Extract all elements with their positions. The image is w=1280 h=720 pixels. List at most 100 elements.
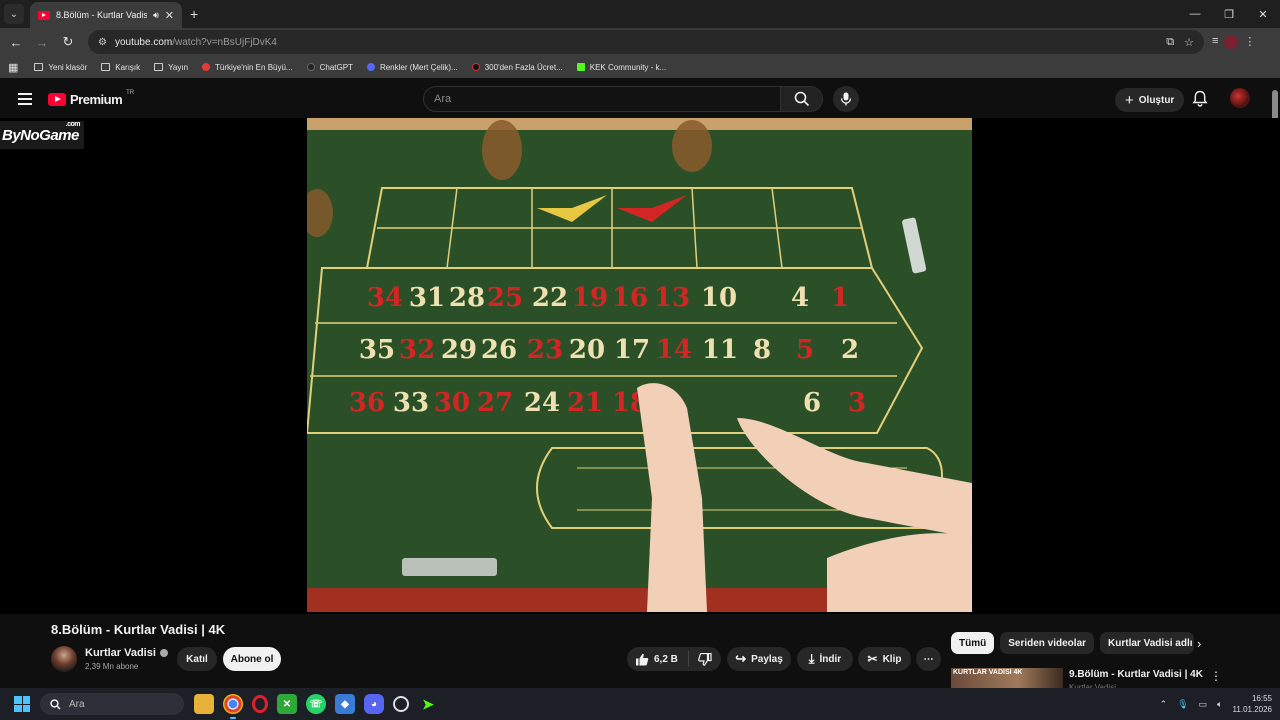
microphone-icon[interactable]: 🎙︎ [1177,699,1188,710]
chip-channel-uploads[interactable]: Kurtlar Vadisi adlı yük [1100,632,1195,654]
youtube-play-icon [48,92,66,106]
address-bar[interactable]: ⚙︎ youtube.com/watch?v=nBsUjFjDvK4 ⧉ ☆ [88,30,1204,54]
folder-icon [154,63,164,71]
verified-icon [159,649,168,657]
close-window-button[interactable]: ✕ [1246,0,1280,28]
search-icon [50,698,61,709]
bookmark-item[interactable]: Türkiye'nin En Büyü... [202,63,293,72]
chrome-icon[interactable] [223,694,243,719]
bookmark-item[interactable]: Yayın [154,63,188,72]
file-explorer-icon[interactable] [194,694,214,714]
create-button[interactable]: + Oluştur [1115,88,1185,112]
browser-tab-active[interactable]: 8.Bölüm - Kurtlar Vadisi | 4K 🔊︎ ✕ [30,2,182,28]
bookmark-item[interactable]: Renkler (Mert Çelik)... [366,62,458,72]
taskbar-search[interactable]: Ara [40,693,184,715]
youtube-logo[interactable]: Premium TR [48,90,134,107]
svg-text:23: 23 [527,335,563,365]
media-controls-icon[interactable]: ≡ [1212,35,1218,49]
settings-icon[interactable] [393,696,409,712]
bookmark-star-icon[interactable]: ☆ [1184,36,1194,49]
recommended-video-title[interactable]: 9.Bölüm - Kurtlar Vadisi | 4K [1069,669,1203,680]
bookmark-item[interactable]: ChatGPT [306,62,353,72]
search-button[interactable] [781,86,823,112]
join-button[interactable]: Katıl [177,647,217,671]
minimize-button[interactable]: — [1178,0,1212,28]
voice-search-button[interactable] [833,86,859,112]
new-tab-button[interactable]: + [190,6,198,22]
browser-tab-bar: ⌄ 8.Bölüm - Kurtlar Vadisi | 4K 🔊︎ ✕ + —… [0,0,1280,28]
bookmark-label: ChatGPT [319,62,353,72]
menu-icon[interactable] [18,93,32,105]
watermark-text: ByNoGame [2,126,79,144]
svg-text:19: 19 [572,283,608,313]
reload-button[interactable]: ↻ [56,30,80,54]
apps-grid-icon[interactable]: ▦ [8,61,18,74]
system-clock[interactable]: 16:55 11.01.2026 [1233,693,1272,715]
xbox-icon[interactable]: ✕ [277,694,297,714]
discord-icon[interactable]: ◕ [364,694,384,714]
svg-text:21: 21 [567,388,603,418]
svg-text:14: 14 [656,335,692,365]
account-avatar[interactable] [1230,88,1250,108]
join-label: Katıl [186,653,208,665]
close-tab-icon[interactable]: ✕ [165,9,174,22]
more-vertical-icon[interactable]: ⋮ [1210,669,1222,683]
volume-icon[interactable]: 🔈︎ [1217,699,1222,710]
search-input[interactable]: Ara [423,86,781,112]
svg-text:27: 27 [477,388,513,418]
more-horizontal-icon: ⋯ [923,653,934,665]
chip-label: Tümü [959,637,987,649]
bookmark-item[interactable]: KEK Community - k... [576,63,666,72]
thumbs-down-icon [698,652,712,666]
site-icon [202,63,211,71]
download-button[interactable]: ⤓ İndir [797,647,853,671]
svg-text:3: 3 [848,388,866,418]
browser-menu-icon[interactable]: ⋮ [1244,35,1255,49]
network-icon[interactable]: ▭ [1199,699,1208,710]
bookmark-item[interactable]: Karışık [101,63,140,72]
profile-avatar[interactable] [1224,35,1239,49]
app-icon[interactable]: ◆ [335,694,355,714]
clip-button[interactable]: ✂︎ Klip [858,647,911,671]
discord-icon [366,63,375,71]
chip-series-videos[interactable]: Seriden videolar [1000,632,1095,654]
bookmark-item[interactable]: Yeni klasör [34,63,87,72]
video-frame[interactable]: 34 31 28 25 22 19 16 13 10 4 1 35 32 29 26 23 20 17 14 11 8… [307,118,972,612]
subscribe-button[interactable]: Abone ol [223,647,281,671]
svg-text:13: 13 [654,283,690,313]
restore-button[interactable]: ❐ [1212,0,1246,28]
svg-text:6: 6 [803,388,821,418]
more-actions-button[interactable]: ⋯ [916,647,941,671]
back-button[interactable]: ← [4,30,28,54]
svg-text:22: 22 [532,283,568,313]
tab-search-button[interactable]: ⌄ [4,4,24,24]
recommended-video-thumbnail[interactable]: KURTLAR VADİSİ 4K [951,668,1063,688]
bookmark-item[interactable]: 300'den Fazla Ücret... [471,63,563,72]
search-icon [794,91,809,107]
chevron-right-icon[interactable]: › [1197,636,1201,651]
chip-all[interactable]: Tümü [951,632,995,654]
like-button[interactable]: 6,2 B [627,651,689,667]
notifications-bell-icon[interactable] [1192,90,1208,107]
svg-text:26: 26 [481,335,517,365]
share-button[interactable]: ↪︎ Paylaş [727,647,791,671]
install-app-icon[interactable]: ⧉ [1166,36,1174,49]
windows-start-icon[interactable] [14,696,30,712]
url-path: /watch?v=nBsUjFjDvK4 [172,36,277,48]
forward-button[interactable]: → [30,30,54,54]
channel-avatar[interactable] [51,646,77,672]
channel-name[interactable]: Kurtlar Vadisi [85,647,168,659]
clip-label: Klip [882,653,902,665]
chevron-up-icon[interactable]: ⌃ [1160,699,1168,710]
bookmark-label: Renkler (Mert Çelik)... [379,62,458,72]
microphone-icon [840,92,852,106]
streaming-app-icon[interactable]: ➤ [418,694,438,714]
audio-playing-icon[interactable]: 🔊︎ [153,10,159,21]
window-controls: — ❐ ✕ [1178,0,1280,28]
opera-icon[interactable] [252,695,268,713]
youtube-favicon-icon [38,10,50,20]
site-info-icon[interactable]: ⚙︎ [98,37,107,48]
whatsapp-icon[interactable]: ☏ [306,694,326,714]
plus-icon: + [1125,91,1134,109]
dislike-button[interactable] [689,652,721,666]
